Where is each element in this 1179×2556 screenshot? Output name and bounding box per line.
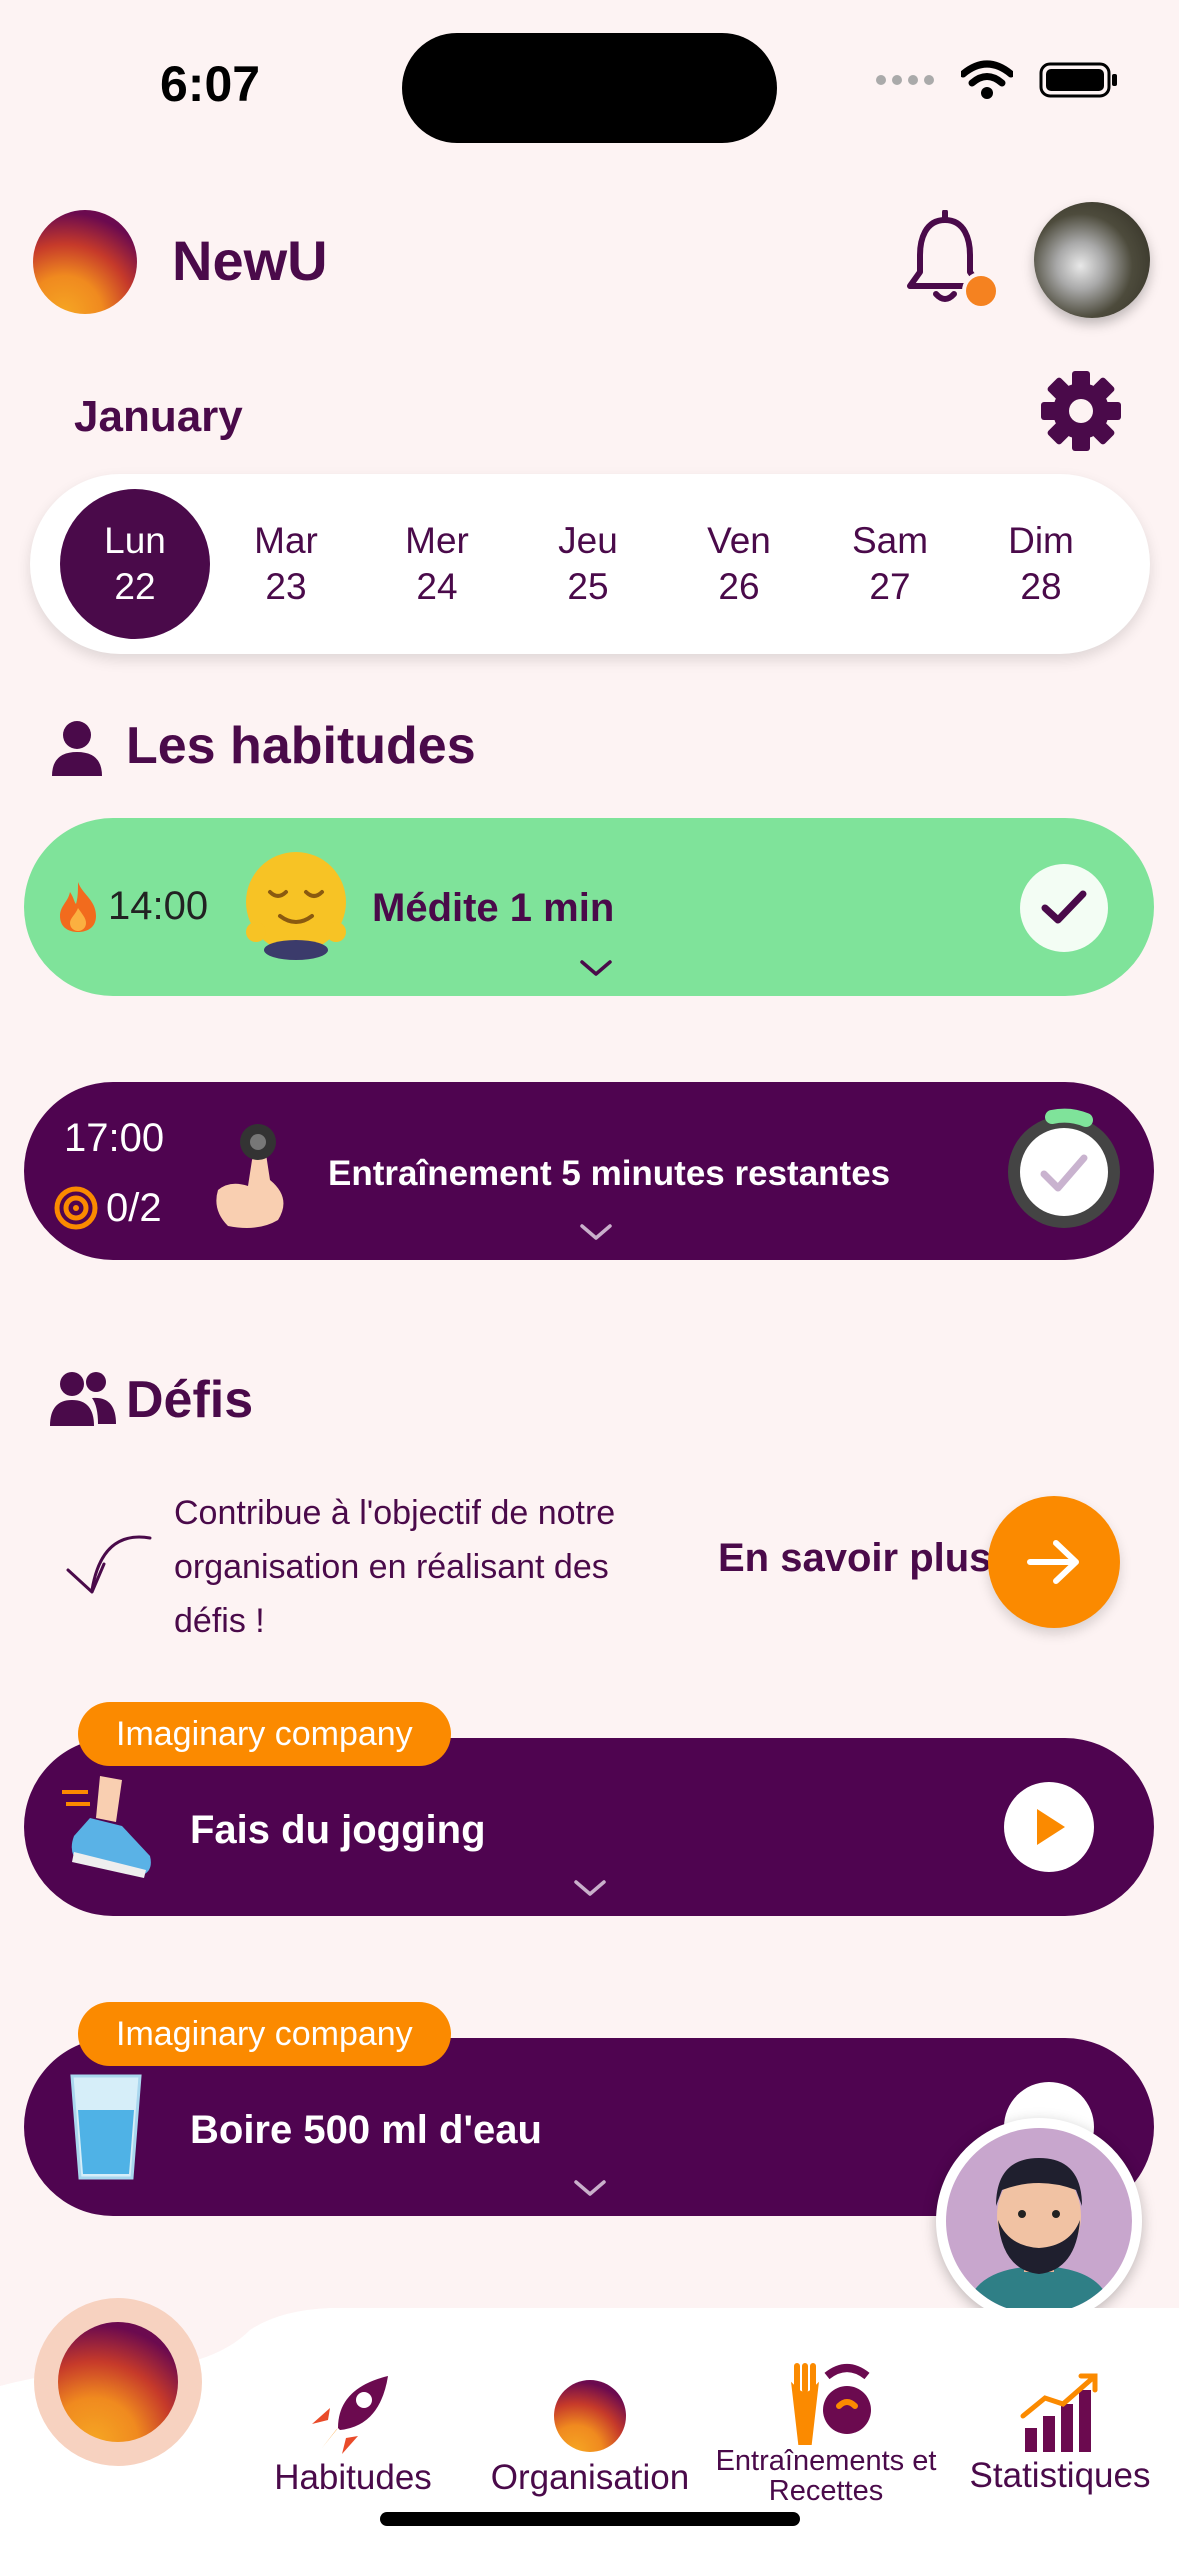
check-icon [1041, 890, 1087, 924]
day-number: 22 [114, 566, 156, 607]
play-icon [1037, 1809, 1065, 1845]
chevron-down-icon[interactable] [572, 2178, 608, 2198]
nav-label: Entraînements et Recettes [715, 2445, 937, 2507]
status-icons [875, 60, 1119, 100]
habit-label: Médite 1 min [372, 886, 615, 930]
fire-icon [60, 882, 96, 932]
play-button[interactable] [1004, 1782, 1094, 1872]
meditation-emoji-icon [246, 852, 346, 960]
home-fab-button[interactable] [58, 2322, 178, 2442]
settings-button[interactable] [1038, 368, 1124, 454]
day-name: Sam [851, 519, 929, 561]
day-number: 26 [718, 566, 760, 607]
day-name: Mer [405, 519, 469, 561]
habit-time: 14:00 [108, 884, 209, 928]
day-mar[interactable]: Mar 23 [211, 474, 361, 654]
day-jeu[interactable]: Jeu 25 [513, 474, 663, 654]
coach-face-icon [966, 2158, 1112, 2314]
habit-label: Entraînement 5 minutes restantes [328, 1154, 891, 1193]
organisation-logo-icon [554, 2380, 626, 2452]
day-ven[interactable]: Ven 26 [664, 474, 814, 654]
company-chip: Imaginary company [78, 2002, 451, 2066]
day-name: Dim [1008, 519, 1074, 561]
chevron-down-icon[interactable] [572, 1878, 608, 1898]
day-sam[interactable]: Sam 27 [815, 474, 965, 654]
bar-chart-icon [1020, 2373, 1098, 2452]
app-logo [33, 210, 137, 314]
gear-icon [1041, 371, 1121, 451]
notification-badge [962, 272, 1000, 310]
day-name: Lun [104, 519, 166, 561]
day-lun[interactable]: Lun 22 [60, 474, 210, 654]
nav-statistiques[interactable]: Statistiques [960, 2370, 1160, 2496]
cellular-signal-icon [876, 75, 934, 85]
nav-workouts-recipes[interactable]: Entraînements et Recettes [704, 2362, 948, 2506]
water-glass-icon [70, 2074, 142, 2180]
arrow-right-icon [1027, 1540, 1079, 1584]
day-number: 27 [869, 566, 911, 607]
home-indicator [380, 2512, 800, 2526]
company-chip: Imaginary company [78, 1702, 451, 1766]
day-name: Mar [254, 519, 318, 561]
person-icon [52, 721, 102, 776]
challenge-label: Fais du jogging [190, 1808, 486, 1852]
day-number: 28 [1020, 566, 1062, 607]
nav-label: Statistiques [969, 2456, 1151, 2495]
day-name: Jeu [558, 519, 618, 561]
timer-check-button[interactable] [1000, 1108, 1128, 1236]
learn-more-label[interactable]: En savoir plus [718, 1536, 991, 1581]
rocket-icon [312, 2376, 388, 2454]
group-icon [50, 1372, 116, 1426]
day-dim[interactable]: Dim 28 [966, 474, 1116, 654]
week-selector: Lun 22 Mar 23 Mer 24 Jeu 25 Ven 26 Sam 2… [30, 474, 1150, 654]
day-number: 24 [416, 566, 458, 607]
chevron-down-icon[interactable] [578, 958, 614, 978]
target-icon [54, 1186, 98, 1230]
wifi-icon [961, 60, 1013, 99]
coach-avatar-button[interactable] [936, 2118, 1142, 2324]
app-title: NewU [172, 229, 328, 292]
fork-kettlebell-icon [791, 2363, 871, 2445]
habit-progress: 0/2 [106, 1186, 162, 1230]
flexed-arm-icon [216, 1124, 284, 1228]
habits-section-title: Les habitudes [126, 717, 476, 775]
nav-label: Organisation [490, 2458, 690, 2497]
habit-time: 17:00 [64, 1116, 165, 1160]
curved-arrow-icon [66, 1535, 152, 1594]
battery-icon [1039, 62, 1117, 98]
nav-habitudes[interactable]: Habitudes [268, 2368, 438, 2498]
defis-description: Contribue à l'objectif de notre organisa… [174, 1494, 616, 1640]
defis-section-title: Défis [126, 1371, 254, 1429]
day-number: 25 [567, 566, 609, 607]
nav-label: Habitudes [274, 2458, 432, 2497]
habit-complete-button[interactable] [1020, 864, 1108, 952]
chevron-down-icon[interactable] [578, 1222, 614, 1242]
status-time: 6:07 [160, 56, 261, 112]
dynamic-island [402, 33, 777, 143]
learn-more-button[interactable] [988, 1496, 1120, 1628]
month-label: January [74, 392, 243, 441]
user-avatar[interactable] [1034, 202, 1150, 318]
day-mer[interactable]: Mer 24 [362, 474, 512, 654]
nav-organisation[interactable]: Organisation [480, 2374, 700, 2498]
day-number: 23 [265, 566, 307, 607]
running-shoe-icon [62, 1776, 151, 1878]
challenge-label: Boire 500 ml d'eau [190, 2108, 542, 2152]
day-name: Ven [707, 519, 771, 561]
